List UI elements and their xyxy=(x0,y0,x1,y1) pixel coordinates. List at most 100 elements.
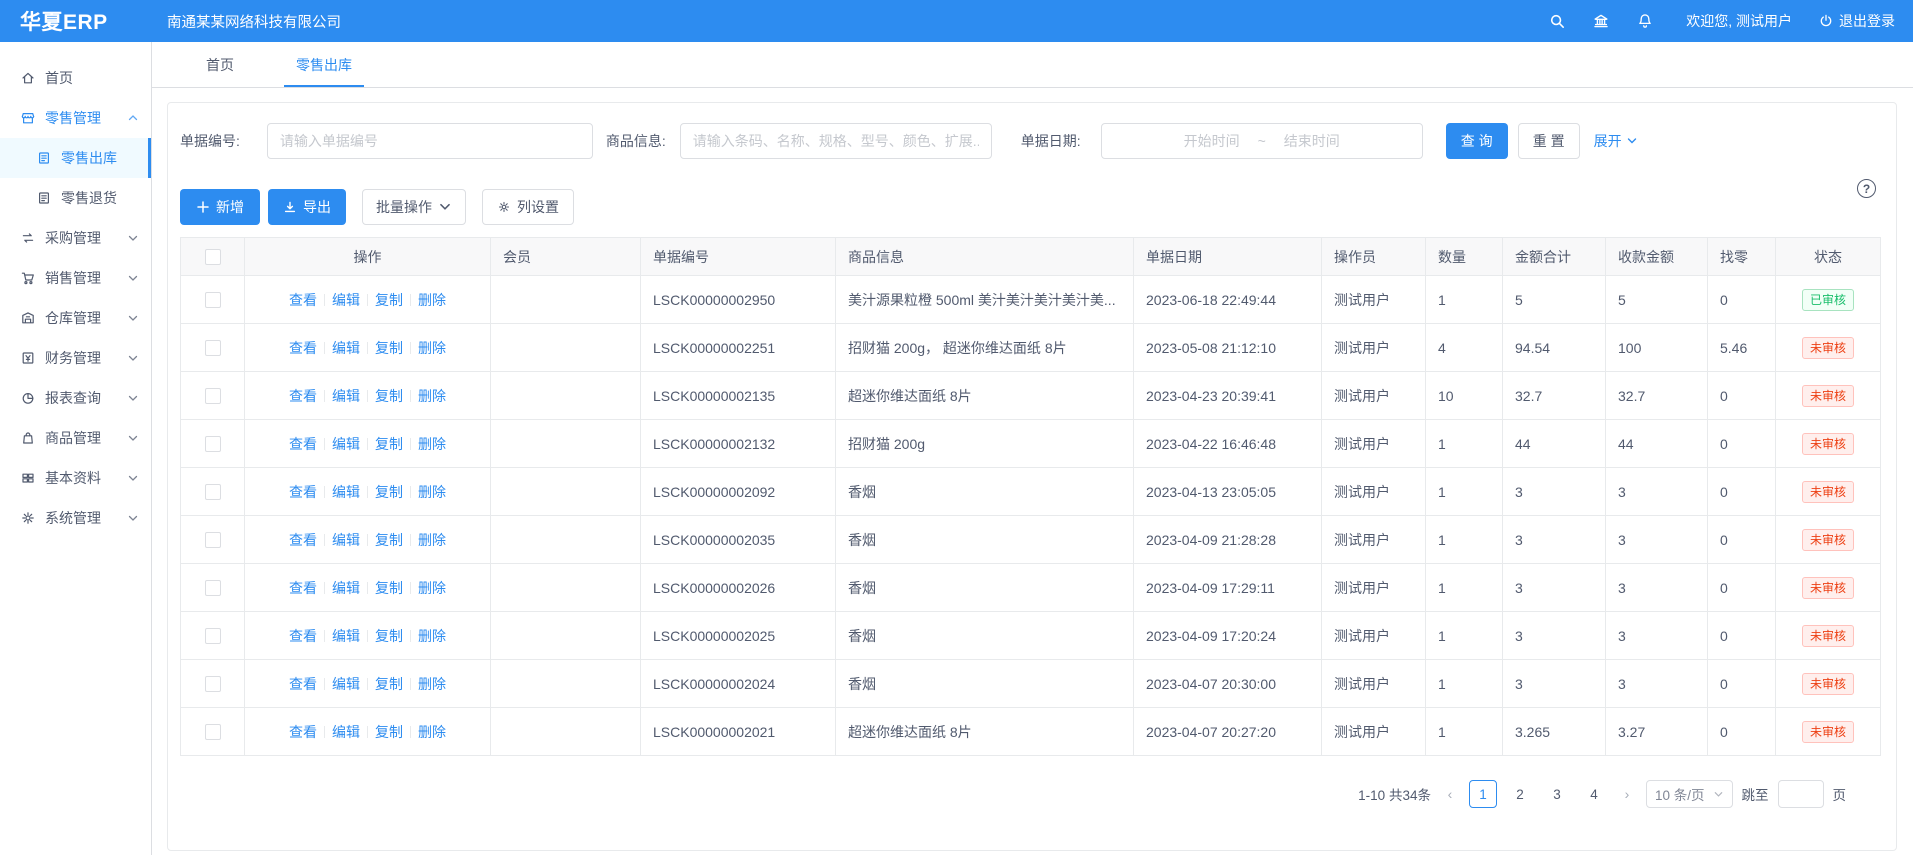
copy-link[interactable]: 复制 xyxy=(375,388,403,404)
table-row: 查看编辑复制删除 LSCK00000002092 香烟 2023-04-13 2… xyxy=(181,468,1881,516)
delete-link[interactable]: 删除 xyxy=(418,436,446,452)
sidebar-item-home[interactable]: 首页 xyxy=(0,58,151,98)
delete-link[interactable]: 删除 xyxy=(418,340,446,356)
chevron-down-icon xyxy=(1626,135,1638,147)
row-checkbox[interactable] xyxy=(205,340,221,356)
delete-link[interactable]: 删除 xyxy=(418,292,446,308)
product-info-input[interactable] xyxy=(680,123,992,159)
logout-button[interactable]: 退出登录 xyxy=(1818,11,1895,31)
sidebar-item-report[interactable]: 报表查询 xyxy=(0,378,151,418)
platform-icon[interactable] xyxy=(1592,12,1610,30)
action-divider xyxy=(324,438,325,450)
copy-link[interactable]: 复制 xyxy=(375,532,403,548)
delete-link[interactable]: 删除 xyxy=(418,676,446,692)
row-checkbox[interactable] xyxy=(205,388,221,404)
copy-link[interactable]: 复制 xyxy=(375,436,403,452)
sidebar-item-finance[interactable]: 财务管理 xyxy=(0,338,151,378)
prev-page-icon[interactable]: ‹ xyxy=(1440,786,1460,802)
bill-no-input[interactable] xyxy=(267,123,593,159)
search-icon[interactable] xyxy=(1548,12,1566,30)
change-cell: 0 xyxy=(1708,420,1776,468)
operator-cell: 测试用户 xyxy=(1322,420,1426,468)
page-size-select[interactable]: 10 条/页 xyxy=(1646,780,1733,808)
qty-cell: 4 xyxy=(1426,324,1503,372)
operator-cell: 测试用户 xyxy=(1322,324,1426,372)
delete-link[interactable]: 删除 xyxy=(418,484,446,500)
product-cell: 招财猫 200g xyxy=(836,420,1134,468)
page-button-2[interactable]: 2 xyxy=(1506,780,1534,808)
column-settings-button[interactable]: 列设置 xyxy=(482,189,574,225)
delete-link[interactable]: 删除 xyxy=(418,724,446,740)
notification-bell-icon[interactable] xyxy=(1636,12,1654,30)
row-checkbox[interactable] xyxy=(205,292,221,308)
status-badge: 未审核 xyxy=(1802,721,1854,743)
row-checkbox[interactable] xyxy=(205,532,221,548)
delete-link[interactable]: 删除 xyxy=(418,388,446,404)
sidebar-item-retail[interactable]: 零售管理 xyxy=(0,98,151,138)
copy-link[interactable]: 复制 xyxy=(375,628,403,644)
sidebar-item-sales[interactable]: 销售管理 xyxy=(0,258,151,298)
edit-link[interactable]: 编辑 xyxy=(332,580,360,596)
edit-link[interactable]: 编辑 xyxy=(332,676,360,692)
page-button-3[interactable]: 3 xyxy=(1543,780,1571,808)
sidebar-item-retail-outbound[interactable]: 零售出库 xyxy=(0,138,151,178)
search-button[interactable]: 查 询 xyxy=(1446,123,1508,159)
sidebar-item-goods[interactable]: 商品管理 xyxy=(0,418,151,458)
date-cell: 2023-04-09 17:20:24 xyxy=(1134,612,1322,660)
edit-link[interactable]: 编辑 xyxy=(332,292,360,308)
batch-actions-button[interactable]: 批量操作 xyxy=(362,189,466,225)
row-checkbox[interactable] xyxy=(205,724,221,740)
sidebar-item-purchase[interactable]: 采购管理 xyxy=(0,218,151,258)
edit-link[interactable]: 编辑 xyxy=(332,484,360,500)
export-button[interactable]: 导出 xyxy=(268,189,346,225)
view-link[interactable]: 查看 xyxy=(289,292,317,308)
reset-button[interactable]: 重 置 xyxy=(1518,123,1580,159)
copy-link[interactable]: 复制 xyxy=(375,676,403,692)
view-link[interactable]: 查看 xyxy=(289,484,317,500)
help-icon[interactable]: ? xyxy=(1857,179,1876,198)
page-button-1[interactable]: 1 xyxy=(1469,780,1497,808)
edit-link[interactable]: 编辑 xyxy=(332,628,360,644)
operator-cell: 测试用户 xyxy=(1322,516,1426,564)
next-page-icon[interactable]: › xyxy=(1617,786,1637,802)
view-link[interactable]: 查看 xyxy=(289,628,317,644)
jump-page-input[interactable] xyxy=(1778,780,1824,808)
delete-link[interactable]: 删除 xyxy=(418,532,446,548)
copy-link[interactable]: 复制 xyxy=(375,484,403,500)
edit-link[interactable]: 编辑 xyxy=(332,532,360,548)
view-link[interactable]: 查看 xyxy=(289,388,317,404)
copy-link[interactable]: 复制 xyxy=(375,724,403,740)
sidebar-item-system[interactable]: 系统管理 xyxy=(0,498,151,538)
row-checkbox[interactable] xyxy=(205,676,221,692)
edit-link[interactable]: 编辑 xyxy=(332,436,360,452)
copy-link[interactable]: 复制 xyxy=(375,340,403,356)
delete-link[interactable]: 删除 xyxy=(418,628,446,644)
delete-link[interactable]: 删除 xyxy=(418,580,446,596)
copy-link[interactable]: 复制 xyxy=(375,292,403,308)
expand-link[interactable]: 展开 xyxy=(1594,131,1638,151)
row-checkbox[interactable] xyxy=(205,484,221,500)
view-link[interactable]: 查看 xyxy=(289,724,317,740)
view-link[interactable]: 查看 xyxy=(289,580,317,596)
date-range-input[interactable]: 开始时间 ~ 结束时间 xyxy=(1101,123,1423,159)
sidebar-item-basic[interactable]: 基本资料 xyxy=(0,458,151,498)
edit-link[interactable]: 编辑 xyxy=(332,340,360,356)
row-checkbox[interactable] xyxy=(205,628,221,644)
edit-link[interactable]: 编辑 xyxy=(332,724,360,740)
page-button-4[interactable]: 4 xyxy=(1580,780,1608,808)
view-link[interactable]: 查看 xyxy=(289,340,317,356)
select-all-checkbox[interactable] xyxy=(205,249,221,265)
view-link[interactable]: 查看 xyxy=(289,532,317,548)
tab-home[interactable]: 首页 xyxy=(194,45,246,87)
sidebar-item-warehouse[interactable]: 仓库管理 xyxy=(0,298,151,338)
edit-link[interactable]: 编辑 xyxy=(332,388,360,404)
add-button[interactable]: 新增 xyxy=(180,189,260,225)
row-checkbox[interactable] xyxy=(205,580,221,596)
sidebar-item-retail-return[interactable]: 零售退货 xyxy=(0,178,151,218)
copy-link[interactable]: 复制 xyxy=(375,580,403,596)
app-logo[interactable]: 华夏ERP xyxy=(0,6,152,36)
view-link[interactable]: 查看 xyxy=(289,436,317,452)
view-link[interactable]: 查看 xyxy=(289,676,317,692)
row-checkbox[interactable] xyxy=(205,436,221,452)
tab-retail-outbound[interactable]: 零售出库 xyxy=(284,45,364,87)
